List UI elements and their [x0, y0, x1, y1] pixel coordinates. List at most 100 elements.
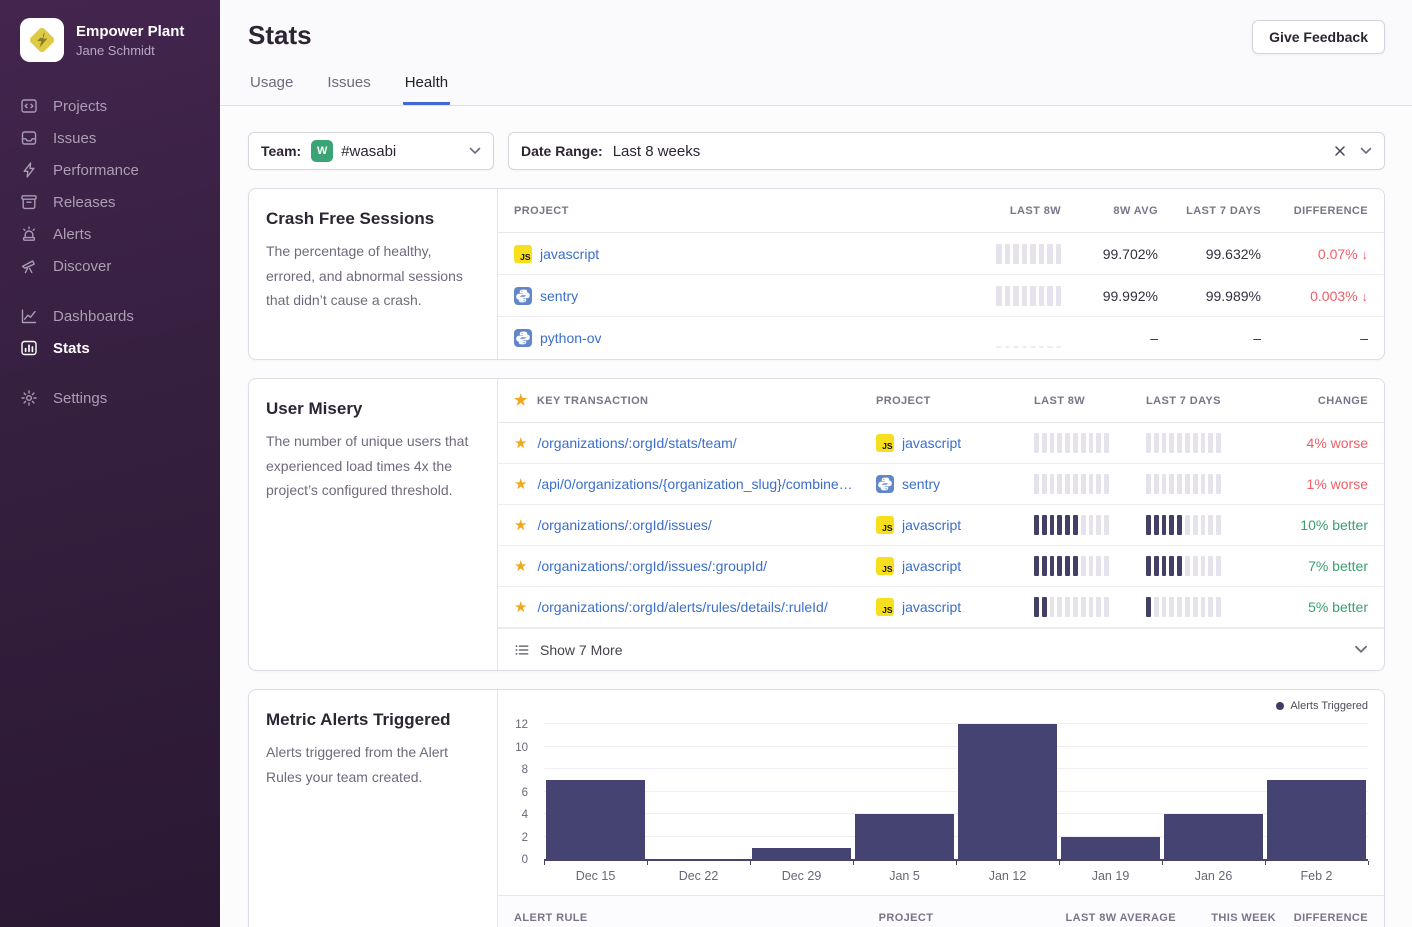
sidebar-item-stats[interactable]: Stats [0, 332, 220, 364]
avg-8w-value: – [1150, 330, 1158, 346]
table-row: ★ /organizations/:orgId/alerts/rules/det… [498, 587, 1384, 628]
alerts-chart-ylabels: 024681012 [498, 724, 536, 859]
sparkline-7d [1146, 433, 1263, 453]
sidebar: Empower Plant Jane Schmidt Projects Issu… [0, 0, 220, 927]
date-range-select[interactable]: Date Range: Last 8 weeks [508, 132, 1385, 170]
sparkline-7d [1146, 556, 1263, 576]
last-7d-value: 99.989% [1206, 288, 1261, 304]
sidebar-item-projects[interactable]: Projects [0, 90, 220, 122]
panel-description: Alerts triggered from the Alert Rules yo… [266, 740, 471, 789]
col-last-8w-average: LAST 8W AVERAGE [1065, 912, 1176, 924]
list-icon [514, 642, 530, 658]
project-link[interactable]: javascript [902, 558, 961, 574]
tab-usage[interactable]: Usage [248, 74, 295, 105]
org-name: Empower Plant [76, 22, 184, 42]
project-link[interactable]: javascript [902, 599, 961, 615]
table-header: ALERT RULE PROJECT LAST 8W AVERAGE THIS … [498, 895, 1384, 927]
issues-icon [20, 129, 38, 147]
sparkline [996, 244, 1061, 264]
transaction-link[interactable]: /api/0/organizations/{organization_slug}… [537, 476, 852, 492]
alerts-icon [20, 225, 38, 243]
stats-icon [20, 339, 38, 357]
col-change: CHANGE [1318, 395, 1368, 407]
transaction-link[interactable]: /organizations/:orgId/issues/ [537, 517, 711, 533]
chart-bar [1162, 724, 1265, 859]
sidebar-item-label: Issues [53, 130, 96, 147]
sidebar-item-performance[interactable]: Performance [0, 154, 220, 186]
sidebar-item-label: Releases [53, 194, 116, 211]
change-value: 7% better [1308, 558, 1368, 574]
transaction-link[interactable]: /organizations/:orgId/issues/:groupId/ [537, 558, 767, 574]
chart-legend[interactable]: Alerts Triggered [1276, 700, 1368, 712]
col-project: PROJECT [876, 395, 1034, 407]
crash-free-sessions-panel: Crash Free Sessions The percentage of he… [248, 188, 1385, 360]
table-row: JS javascript 99.702% 99.632% 0.07% ↓ [498, 233, 1384, 275]
javascript-platform-icon: JS [876, 557, 894, 575]
show-more-button[interactable]: Show 7 More [498, 628, 1384, 670]
date-range-label: Date Range: [521, 143, 603, 159]
key-transaction-star-icon[interactable]: ★ [514, 436, 527, 451]
sparkline-7d [1146, 515, 1263, 535]
user-name: Jane Schmidt [76, 43, 184, 58]
sparkline-7d [1146, 474, 1263, 494]
col-8w-avg: 8W AVG [1113, 205, 1158, 217]
python-platform-icon [876, 475, 894, 493]
sidebar-item-releases[interactable]: Releases [0, 186, 220, 218]
sparkline-8w [1034, 515, 1146, 535]
tab-issues[interactable]: Issues [325, 74, 372, 105]
col-last-8w: LAST 8W [1010, 205, 1061, 217]
sidebar-item-label: Projects [53, 98, 107, 115]
page-header: Stats Give Feedback Usage Issues Health [220, 0, 1412, 106]
sidebar-item-alerts[interactable]: Alerts [0, 218, 220, 250]
sidebar-item-label: Dashboards [53, 308, 134, 325]
col-difference: DIFFERENCE [1294, 205, 1368, 217]
project-link[interactable]: javascript [902, 435, 961, 451]
project-link[interactable]: javascript [902, 517, 961, 533]
javascript-platform-icon: JS [876, 434, 894, 452]
project-link[interactable]: python-ov [540, 330, 601, 346]
sidebar-item-dashboards[interactable]: Dashboards [0, 300, 220, 332]
project-link[interactable]: javascript [540, 246, 599, 262]
key-transaction-star-icon[interactable]: ★ [514, 600, 527, 615]
sidebar-item-settings[interactable]: Settings [0, 382, 220, 414]
avg-8w-value: 99.992% [1103, 288, 1158, 304]
arrow-down-icon: ↓ [1362, 247, 1369, 262]
give-feedback-button[interactable]: Give Feedback [1252, 20, 1385, 54]
table-row: ★ /organizations/:orgId/issues/:groupId/… [498, 546, 1384, 587]
sidebar-item-discover[interactable]: Discover [0, 250, 220, 282]
difference-value: – [1360, 330, 1368, 346]
col-project: PROJECT [514, 205, 971, 217]
content-area: Team: W #wasabi Date Range: Last 8 weeks [220, 106, 1412, 927]
team-select[interactable]: Team: W #wasabi [248, 132, 494, 170]
project-link[interactable]: sentry [902, 476, 940, 492]
alerts-triggered-chart: Alerts Triggered 024681012 Dec 15Dec 22D… [498, 690, 1384, 895]
javascript-platform-icon: JS [514, 245, 532, 263]
star-icon: ★ [514, 393, 528, 408]
change-value: 5% better [1308, 599, 1368, 615]
org-switcher[interactable]: Empower Plant Jane Schmidt [0, 0, 220, 72]
tab-bar: Usage Issues Health [248, 74, 1385, 105]
key-transaction-star-icon[interactable]: ★ [514, 477, 527, 492]
sidebar-item-label: Settings [53, 390, 107, 407]
change-value: 10% better [1300, 517, 1368, 533]
user-misery-panel: User Misery The number of unique users t… [248, 378, 1385, 671]
main-area: Stats Give Feedback Usage Issues Health … [220, 0, 1412, 927]
table-row: python-ov – – – [498, 317, 1384, 359]
alerts-chart-plot [544, 724, 1368, 859]
col-last-7-days: LAST 7 DAYS [1146, 395, 1263, 407]
sidebar-item-issues[interactable]: Issues [0, 122, 220, 154]
key-transaction-star-icon[interactable]: ★ [514, 518, 527, 533]
sidebar-item-label: Stats [53, 340, 90, 357]
filter-row: Team: W #wasabi Date Range: Last 8 weeks [248, 132, 1385, 170]
avg-8w-value: 99.702% [1103, 246, 1158, 262]
project-link[interactable]: sentry [540, 288, 578, 304]
sparkline-8w [1034, 597, 1146, 617]
panel-description: The number of unique users that experien… [266, 429, 471, 503]
col-last-8w: LAST 8W [1034, 395, 1146, 407]
clear-icon[interactable] [1334, 145, 1346, 157]
tab-health[interactable]: Health [403, 74, 450, 105]
key-transaction-star-icon[interactable]: ★ [514, 559, 527, 574]
transaction-link[interactable]: /organizations/:orgId/stats/team/ [537, 435, 736, 451]
team-select-label: Team: [261, 143, 301, 159]
transaction-link[interactable]: /organizations/:orgId/alerts/rules/detai… [537, 599, 827, 615]
